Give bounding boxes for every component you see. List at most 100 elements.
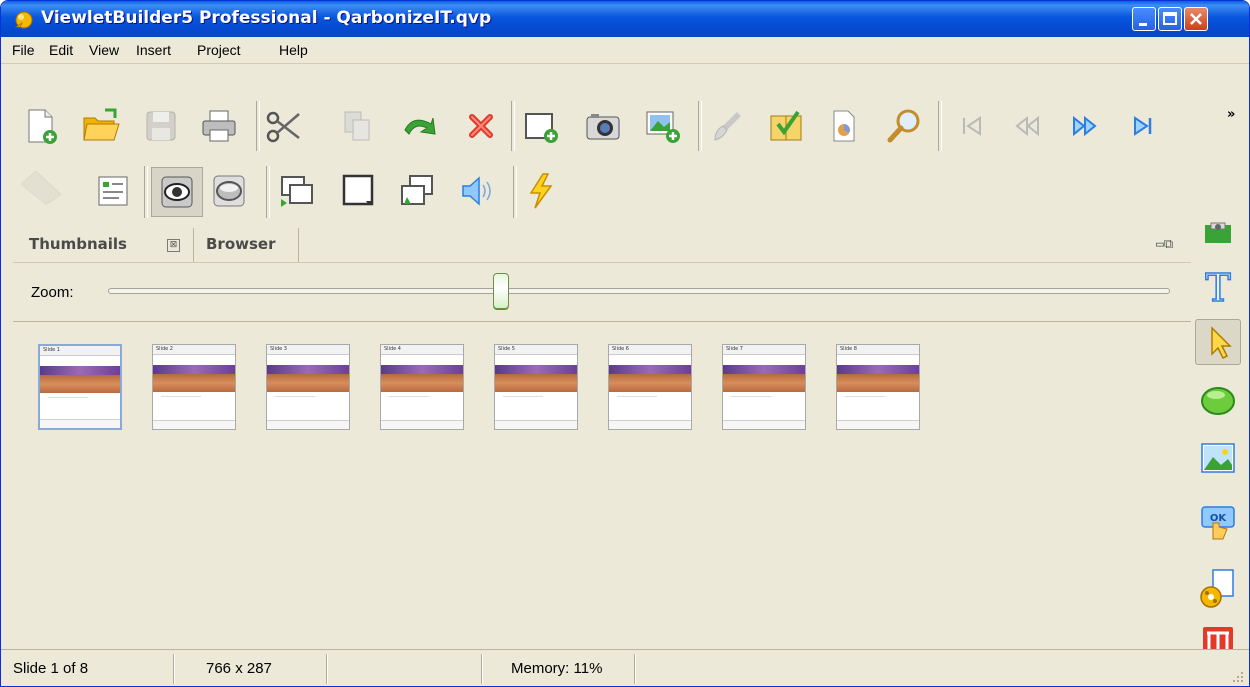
add-image-button[interactable] [643, 106, 683, 146]
zoom-slider-handle[interactable] [493, 273, 509, 309]
rewind-icon [1015, 115, 1039, 137]
panel-restore-icon[interactable]: ▭⧉ [1156, 237, 1173, 252]
minimize-icon [1139, 23, 1147, 26]
copy-button[interactable] [337, 106, 377, 146]
slide-background-button[interactable] [339, 171, 379, 211]
slide-thumbnail[interactable]: Slide 4 [380, 344, 464, 430]
menu-bar: File Edit View Insert Project Help [1, 37, 1249, 64]
magnifier-icon [887, 109, 920, 143]
toolbar-separator [938, 101, 942, 151]
slide-thumbnail-footer [495, 420, 577, 429]
cleanup-button[interactable] [707, 106, 747, 146]
slide-thumbnail-footer [381, 420, 463, 429]
window-title: ViewletBuilder5 Professional - Qarbonize… [41, 8, 492, 28]
preview-button[interactable] [884, 106, 924, 146]
capture-button[interactable] [583, 106, 623, 146]
menu-view[interactable]: View [89, 42, 119, 58]
menu-insert[interactable]: Insert [136, 42, 171, 58]
zoom-slider-track[interactable] [108, 288, 1170, 294]
publish-button[interactable] [824, 106, 864, 146]
delete-button[interactable] [461, 106, 501, 146]
status-size: 766 x 287 [206, 660, 272, 677]
slide-thumbnail[interactable]: Slide 1 [38, 344, 122, 430]
camera-icon [586, 114, 620, 140]
properties-icon [98, 176, 128, 206]
object-toolbar: T OK [1191, 219, 1249, 653]
open-project-button[interactable] [81, 106, 121, 146]
title-bar[interactable]: ViewletBuilder5 Professional - Qarbonize… [1, 1, 1249, 37]
resize-grip-icon[interactable] [1231, 670, 1245, 684]
undo-button[interactable] [399, 106, 439, 146]
menu-help[interactable]: Help [279, 42, 308, 58]
new-project-button[interactable] [21, 106, 61, 146]
zoom-bar: Zoom: [13, 263, 1191, 322]
add-shape-button[interactable] [1195, 377, 1241, 423]
slide-thumbnail-label: Slide 5 [495, 345, 577, 355]
tab-thumbnails[interactable]: Thumbnails [29, 235, 127, 253]
last-icon [1134, 116, 1152, 136]
close-button[interactable] [1184, 7, 1208, 31]
status-divider [326, 654, 328, 684]
minimize-button[interactable] [1132, 7, 1156, 31]
last-slide-button[interactable] [1122, 106, 1162, 146]
slide-thumbnail[interactable]: Slide 7 [722, 344, 806, 430]
slide-thumbnail[interactable]: Slide 2 [152, 344, 236, 430]
toolbar-grip[interactable] [20, 166, 81, 221]
slide-thumbnail-footer [267, 420, 349, 429]
thumbnails-area: Slide 1 Slide 2 Slide 3 Slide 4 Slide 5 Slide… [13, 322, 1191, 648]
toolbar-overflow-button[interactable]: » [1227, 107, 1235, 122]
edit-mode-button[interactable] [209, 171, 249, 211]
image-icon [1201, 443, 1235, 473]
transition-icon [401, 175, 433, 205]
print-button[interactable] [199, 106, 239, 146]
slide-preview-banner [609, 365, 691, 374]
add-image-object-button[interactable] [1195, 435, 1241, 481]
select-tool-button[interactable] [1195, 319, 1241, 365]
add-button-object-button[interactable]: OK [1195, 501, 1241, 547]
zoom-label: Zoom: [31, 284, 74, 301]
maximize-button[interactable] [1158, 7, 1182, 31]
brush-icon [714, 112, 741, 141]
menu-project[interactable]: Project [197, 42, 241, 58]
first-icon [963, 116, 981, 136]
slide-thumbnail[interactable]: Slide 5 [494, 344, 578, 430]
slide-preview-content [40, 375, 120, 393]
slide-preview-content [723, 374, 805, 392]
slide-preview-content [609, 374, 691, 392]
save-button[interactable] [141, 106, 181, 146]
tab-browser[interactable]: Browser [206, 235, 276, 253]
spellcheck-button[interactable] [766, 106, 806, 146]
close-tab-icon[interactable]: ⊠ [167, 239, 180, 252]
next-slide-button[interactable] [1065, 106, 1105, 146]
preview-mode-button[interactable] [151, 167, 203, 217]
cut-button[interactable] [263, 106, 303, 146]
pointer-icon [1211, 326, 1232, 360]
slide-thumbnail-label: Slide 8 [837, 345, 919, 355]
slide-preview-banner [40, 366, 120, 375]
slide-thumbnail[interactable]: Slide 3 [266, 344, 350, 430]
publish-page-icon [833, 110, 855, 142]
previous-slide-button[interactable] [1007, 106, 1047, 146]
scissors-icon [266, 111, 300, 143]
insert-slide-button[interactable] [277, 171, 317, 211]
generate-button[interactable] [521, 171, 561, 211]
add-movie-button[interactable] [1195, 565, 1241, 611]
status-divider [173, 654, 175, 684]
panel-tab-bar: Thumbnails ⊠ Browser ▭⧉ [13, 228, 1191, 263]
printer-icon [202, 110, 236, 142]
close-icon [1190, 13, 1202, 25]
menu-file[interactable]: File [12, 42, 35, 58]
menu-edit[interactable]: Edit [49, 42, 73, 58]
new-slide-button[interactable] [521, 106, 561, 146]
toolbar-separator [266, 166, 270, 218]
slide-properties-button[interactable] [93, 171, 133, 211]
add-text-button[interactable]: T [1195, 263, 1241, 311]
add-callout-button[interactable] [1195, 219, 1241, 265]
first-slide-button[interactable] [952, 106, 992, 146]
slide-thumbnail[interactable]: Slide 8 [836, 344, 920, 430]
slide-thumbnail[interactable]: Slide 6 [608, 344, 692, 430]
film-icon [1200, 569, 1234, 608]
toolbar-separator [511, 101, 515, 151]
audio-button[interactable] [457, 171, 497, 211]
slide-transition-button[interactable] [397, 171, 437, 211]
